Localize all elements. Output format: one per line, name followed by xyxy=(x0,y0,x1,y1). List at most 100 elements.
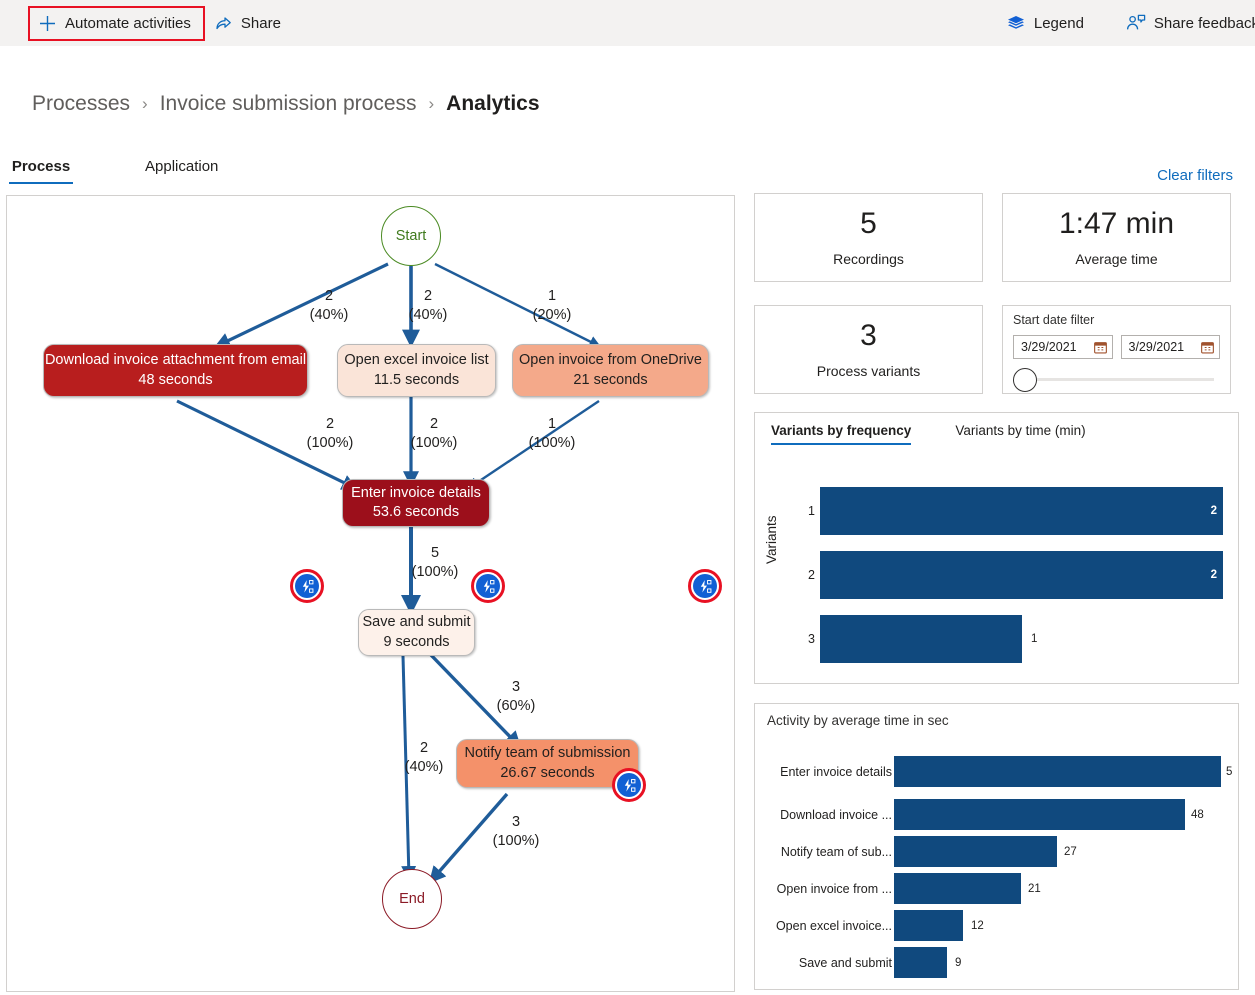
share-icon xyxy=(215,14,233,32)
date-range-row: 3/29/2021 3/29/2021 xyxy=(1013,335,1220,359)
variants-bar-value: 2 xyxy=(1211,569,1217,581)
automate-activities-button[interactable]: Automate activities xyxy=(28,6,205,41)
share-button[interactable]: Share xyxy=(205,8,291,38)
process-map-panel[interactable]: Start Download invoice attachment from e… xyxy=(6,195,735,992)
share-label: Share xyxy=(241,15,281,32)
variants-bar-row: 3 1 xyxy=(755,615,1238,663)
edge-label-excel-enter: 2 (100%) xyxy=(406,415,462,452)
automation-flow-icon xyxy=(295,574,319,598)
process-node-open-excel-invoice-list[interactable]: Open excel invoice list 11.5 seconds xyxy=(337,344,496,397)
activity-bar[interactable] xyxy=(894,836,1057,867)
edge-percent: (60%) xyxy=(488,697,544,716)
activity-bar-value: 9 xyxy=(955,957,961,969)
edge-count: 2 xyxy=(406,287,450,306)
edge-count: 5 xyxy=(407,544,463,563)
legend-button[interactable]: Legend xyxy=(996,7,1094,39)
calendar-icon[interactable] xyxy=(1201,341,1214,354)
variants-category-label: 1 xyxy=(801,504,815,518)
activity-bar-value: 48 xyxy=(1191,809,1204,821)
edge-label-save-end: 2 (40%) xyxy=(396,739,452,776)
automation-badge-notify[interactable] xyxy=(612,768,646,802)
variants-bar[interactable] xyxy=(820,615,1022,663)
activity-category-label: Download invoice ... xyxy=(780,808,892,822)
tab-strip: Process Application xyxy=(0,158,1255,190)
share-feedback-button[interactable]: Share feedback xyxy=(1116,7,1255,39)
edge-count: 2 xyxy=(406,415,462,434)
edge-label-onedrive-enter: 1 (100%) xyxy=(524,415,580,452)
activity-bar[interactable] xyxy=(894,910,963,941)
tab-variants-by-time[interactable]: Variants by time (min) xyxy=(955,423,1085,445)
automation-flow-icon xyxy=(693,574,717,598)
edge-percent: (100%) xyxy=(302,434,358,453)
process-node-start[interactable]: Start xyxy=(381,206,441,266)
edge-count: 3 xyxy=(488,813,544,832)
process-node-title: Notify team of submission xyxy=(464,744,630,763)
command-bar-left-group: Automate activities Share xyxy=(0,6,291,41)
tab-application[interactable]: Application xyxy=(145,158,218,182)
variants-bar[interactable]: 2 xyxy=(820,551,1223,599)
tab-variants-by-frequency[interactable]: Variants by frequency xyxy=(771,423,911,445)
start-date-to-input[interactable]: 3/29/2021 xyxy=(1121,335,1221,359)
variants-chart-tabs: Variants by frequency Variants by time (… xyxy=(771,423,1086,445)
calendar-icon[interactable] xyxy=(1094,341,1107,354)
variants-bar-value: 1 xyxy=(1031,633,1037,645)
edge-count: 2 xyxy=(309,287,349,306)
automate-activities-label: Automate activities xyxy=(65,15,191,32)
variants-chart-card: Variants by frequency Variants by time (… xyxy=(754,412,1239,684)
breadcrumb-separator-icon: › xyxy=(429,94,435,114)
automation-badge-download[interactable] xyxy=(290,569,324,603)
process-node-enter-invoice-details[interactable]: Enter invoice details 53.6 seconds xyxy=(342,479,490,527)
variants-bar[interactable]: 2 xyxy=(820,487,1223,535)
process-node-title: Open invoice from OneDrive xyxy=(519,351,702,370)
activity-bar[interactable] xyxy=(894,756,1221,787)
kpi-card-process-variants: 3 Process variants xyxy=(754,305,983,394)
automation-badge-onedrive[interactable] xyxy=(688,569,722,603)
activity-category-label: Notify team of sub... xyxy=(781,845,892,859)
activity-category-label: Save and submit xyxy=(799,956,892,970)
edge-percent: (40%) xyxy=(396,758,452,777)
plus-icon xyxy=(38,14,57,33)
tab-process[interactable]: Process xyxy=(9,158,73,184)
breadcrumb-item-invoice-submission-process[interactable]: Invoice submission process xyxy=(160,92,417,116)
start-date-filter-card: Start date filter 3/29/2021 3/29/2021 xyxy=(1002,305,1231,394)
process-node-time: 53.6 seconds xyxy=(373,503,459,522)
start-date-slider[interactable] xyxy=(1013,368,1220,390)
share-feedback-label: Share feedback xyxy=(1154,15,1255,32)
legend-label: Legend xyxy=(1034,15,1084,32)
edge-label-save-notify: 3 (60%) xyxy=(488,678,544,715)
slider-thumb[interactable] xyxy=(1013,368,1037,392)
activity-bar[interactable] xyxy=(894,947,947,978)
slider-track xyxy=(1027,378,1214,381)
edge-percent: (20%) xyxy=(530,306,574,325)
process-node-title: Open excel invoice list xyxy=(344,351,488,370)
start-date-from-input[interactable]: 3/29/2021 xyxy=(1013,335,1113,359)
process-node-end[interactable]: End xyxy=(382,869,442,929)
activity-bar[interactable] xyxy=(894,873,1021,904)
activity-bar-row: Open invoice from ... 21 xyxy=(755,873,1240,904)
variants-bar-row: 2 2 xyxy=(755,551,1238,599)
edge-count: 1 xyxy=(530,287,574,306)
start-date-to-value: 3/29/2021 xyxy=(1129,340,1185,354)
edge-percent: (100%) xyxy=(406,434,462,453)
automation-badge-excel[interactable] xyxy=(471,569,505,603)
kpi-card-average-time: 1:47 min Average time xyxy=(1002,193,1231,282)
breadcrumb-item-analytics: Analytics xyxy=(446,92,539,116)
process-map-edges xyxy=(7,196,734,991)
kpi-card-recordings: 5 Recordings xyxy=(754,193,983,282)
process-node-open-invoice-from-onedrive[interactable]: Open invoice from OneDrive 21 seconds xyxy=(512,344,709,397)
process-node-save-and-submit[interactable]: Save and submit 9 seconds xyxy=(358,609,475,656)
breadcrumb-item-processes[interactable]: Processes xyxy=(32,92,130,116)
activity-bar-row: Save and submit 9 xyxy=(755,947,1240,978)
activity-bar-value: 5 xyxy=(1226,766,1232,778)
process-node-time: 21 seconds xyxy=(573,371,647,390)
activity-bar[interactable] xyxy=(894,799,1185,830)
activity-bar-value: 12 xyxy=(971,920,984,932)
clear-filters-link[interactable]: Clear filters xyxy=(1157,167,1233,184)
edge-label-start-onedrive: 1 (20%) xyxy=(530,287,574,324)
edge-percent: (100%) xyxy=(407,563,463,582)
kpi-value: 3 xyxy=(860,321,877,351)
process-node-download-invoice-attachment-from-email[interactable]: Download invoice attachment from email 4… xyxy=(43,344,308,397)
edge-count: 2 xyxy=(396,739,452,758)
start-date-filter-label: Start date filter xyxy=(1013,313,1220,327)
process-node-time: 48 seconds xyxy=(138,371,212,390)
